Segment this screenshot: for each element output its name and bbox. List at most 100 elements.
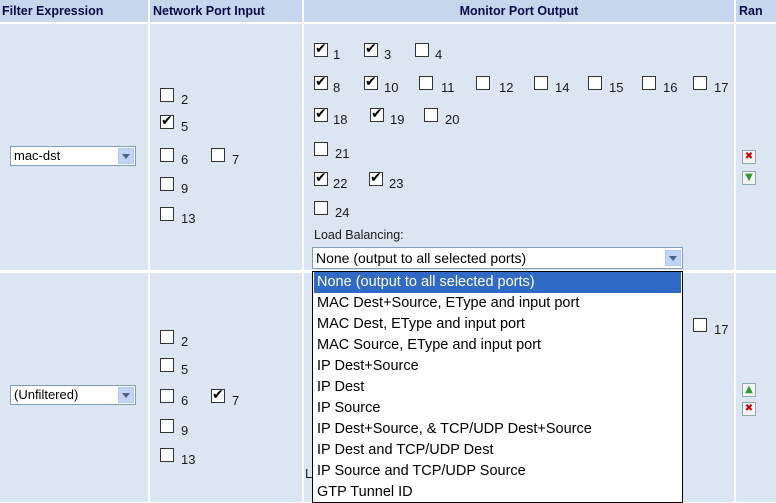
dropdown-option-mac-source[interactable]: MAC Source, EType and input port bbox=[317, 335, 541, 356]
row1-output-8-label: 8 bbox=[333, 80, 341, 95]
row1-output-15[interactable] bbox=[588, 76, 602, 90]
row1-output-15-label: 15 bbox=[609, 80, 624, 95]
header-output-label: Monitor Port Output bbox=[459, 4, 579, 18]
dropdown-option-none[interactable]: None (output to all selected ports) bbox=[314, 272, 681, 293]
column-divider bbox=[148, 0, 150, 502]
row2-input-5[interactable] bbox=[160, 358, 174, 372]
dropdown-option-ip-source[interactable]: IP Source bbox=[317, 398, 380, 419]
row1-output-19[interactable] bbox=[370, 106, 384, 122]
row2-output-17[interactable] bbox=[693, 318, 707, 332]
load-balancing-dropdown-list[interactable]: None (output to all selected ports) MAC … bbox=[312, 271, 683, 503]
row1-input-13-label: 13 bbox=[181, 211, 196, 226]
row1-output-17-label: 17 bbox=[714, 80, 729, 95]
row2-input-13[interactable] bbox=[160, 448, 174, 462]
row1-input-2[interactable] bbox=[160, 88, 174, 102]
row1-output-1-label: 1 bbox=[333, 47, 341, 62]
row1-output-20-label: 20 bbox=[445, 112, 460, 127]
dropdown-option-ip-tcp-udp-dest-source[interactable]: IP Dest+Source, & TCP/UDP Dest+Source bbox=[317, 419, 592, 440]
row1-output-24-label: 24 bbox=[335, 205, 350, 220]
column-divider bbox=[734, 0, 736, 502]
row1-output-12[interactable] bbox=[476, 76, 490, 90]
header-input: Network Port Input bbox=[150, 0, 305, 22]
row-divider bbox=[0, 22, 776, 24]
row1-input-13[interactable] bbox=[160, 207, 174, 221]
row1-input-cell bbox=[150, 24, 302, 270]
row2-filter-value: (Unfiltered) bbox=[14, 387, 79, 402]
row1-move-down-icon[interactable]: ▼ bbox=[742, 171, 756, 185]
dropdown-option-ip-dest-source[interactable]: IP Dest+Source bbox=[317, 356, 419, 377]
dropdown-option-ip-dest[interactable]: IP Dest bbox=[317, 377, 364, 398]
row2-input-cell bbox=[150, 273, 302, 502]
row1-input-6-label: 6 bbox=[181, 152, 189, 167]
row1-output-16[interactable] bbox=[642, 76, 656, 90]
row1-input-6[interactable] bbox=[160, 148, 174, 162]
row1-output-10-label: 10 bbox=[384, 80, 399, 95]
header-filter-label: Filter Expression bbox=[2, 4, 104, 18]
row2-input-7[interactable] bbox=[211, 387, 225, 403]
dropdown-option-ip-tcp-udp-source[interactable]: IP Source and TCP/UDP Source bbox=[317, 461, 526, 482]
row1-output-3[interactable] bbox=[364, 41, 378, 57]
load-balancing-value: None (output to all selected ports) bbox=[316, 250, 527, 266]
row2-move-up-icon[interactable]: ▲ bbox=[742, 383, 756, 397]
header-output: Monitor Port Output bbox=[304, 0, 734, 22]
row1-output-1[interactable] bbox=[314, 41, 328, 57]
dropdown-option-gtp-tunnel-id[interactable]: GTP Tunnel ID bbox=[317, 482, 413, 503]
row2-output-17-label: 17 bbox=[714, 322, 729, 337]
header-rank-label: Ran bbox=[739, 4, 763, 18]
dropdown-option-mac-dest[interactable]: MAC Dest, EType and input port bbox=[317, 314, 525, 335]
row1-output-22[interactable] bbox=[314, 170, 328, 186]
row1-output-8[interactable] bbox=[314, 74, 328, 90]
row1-input-9[interactable] bbox=[160, 177, 174, 191]
row1-output-10[interactable] bbox=[364, 74, 378, 90]
row2-filter-select[interactable]: (Unfiltered) bbox=[10, 385, 136, 405]
row2-input-5-label: 5 bbox=[181, 362, 189, 377]
dropdown-arrow-icon[interactable] bbox=[665, 250, 681, 266]
row2-input-2[interactable] bbox=[160, 330, 174, 344]
load-balancing-label: Load Balancing: bbox=[314, 228, 404, 242]
row1-filter-select[interactable]: mac-dst bbox=[10, 146, 136, 166]
row2-input-13-label: 13 bbox=[181, 452, 196, 467]
header-rank: Ran bbox=[736, 0, 776, 22]
header-input-label: Network Port Input bbox=[153, 4, 265, 18]
dropdown-arrow-icon[interactable] bbox=[118, 148, 134, 164]
row1-input-5[interactable] bbox=[160, 113, 174, 129]
header-filter: Filter Expression bbox=[0, 0, 150, 22]
row1-output-11[interactable] bbox=[419, 76, 433, 90]
row1-output-11-label: 11 bbox=[441, 80, 455, 95]
row1-rank-cell bbox=[736, 24, 776, 270]
row1-output-22-label: 22 bbox=[333, 176, 348, 191]
load-balancing-select[interactable]: None (output to all selected ports) bbox=[312, 247, 683, 269]
row1-input-5-label: 5 bbox=[181, 119, 189, 134]
row2-input-9-label: 9 bbox=[181, 423, 189, 438]
row2-input-2-label: 2 bbox=[181, 334, 189, 349]
row1-output-4[interactable] bbox=[415, 43, 429, 57]
row1-output-18-label: 18 bbox=[333, 112, 348, 127]
row1-input-7[interactable] bbox=[211, 148, 225, 162]
row1-output-20[interactable] bbox=[424, 108, 438, 122]
row1-output-21-label: 21 bbox=[335, 146, 350, 161]
row1-output-3-label: 3 bbox=[384, 47, 392, 62]
row1-output-14[interactable] bbox=[534, 76, 548, 90]
dropdown-option-ip-tcp-udp-dest[interactable]: IP Dest and TCP/UDP Dest bbox=[317, 440, 494, 461]
row1-delete-icon[interactable]: ✖ bbox=[742, 150, 756, 164]
row2-input-9[interactable] bbox=[160, 419, 174, 433]
row1-output-12-label: 12 bbox=[499, 80, 514, 95]
row1-output-17[interactable] bbox=[693, 76, 707, 90]
row1-output-18[interactable] bbox=[314, 106, 328, 122]
row1-output-21[interactable] bbox=[314, 142, 328, 156]
row1-input-2-label: 2 bbox=[181, 92, 189, 107]
row2-input-6-label: 6 bbox=[181, 393, 189, 408]
row1-output-4-label: 4 bbox=[435, 47, 443, 62]
row1-output-14-label: 14 bbox=[555, 80, 570, 95]
dropdown-arrow-icon[interactable] bbox=[118, 387, 134, 403]
row1-input-7-label: 7 bbox=[232, 152, 240, 167]
dropdown-option-mac-dest-source[interactable]: MAC Dest+Source, EType and input port bbox=[317, 293, 579, 314]
row1-output-23[interactable] bbox=[369, 170, 383, 186]
row1-input-9-label: 9 bbox=[181, 181, 189, 196]
row2-input-7-label: 7 bbox=[232, 393, 240, 408]
row2-delete-icon[interactable]: ✖ bbox=[742, 402, 756, 416]
row1-output-23-label: 23 bbox=[389, 176, 404, 191]
row1-output-24[interactable] bbox=[314, 201, 328, 215]
row1-filter-value: mac-dst bbox=[14, 148, 61, 163]
row2-input-6[interactable] bbox=[160, 389, 174, 403]
